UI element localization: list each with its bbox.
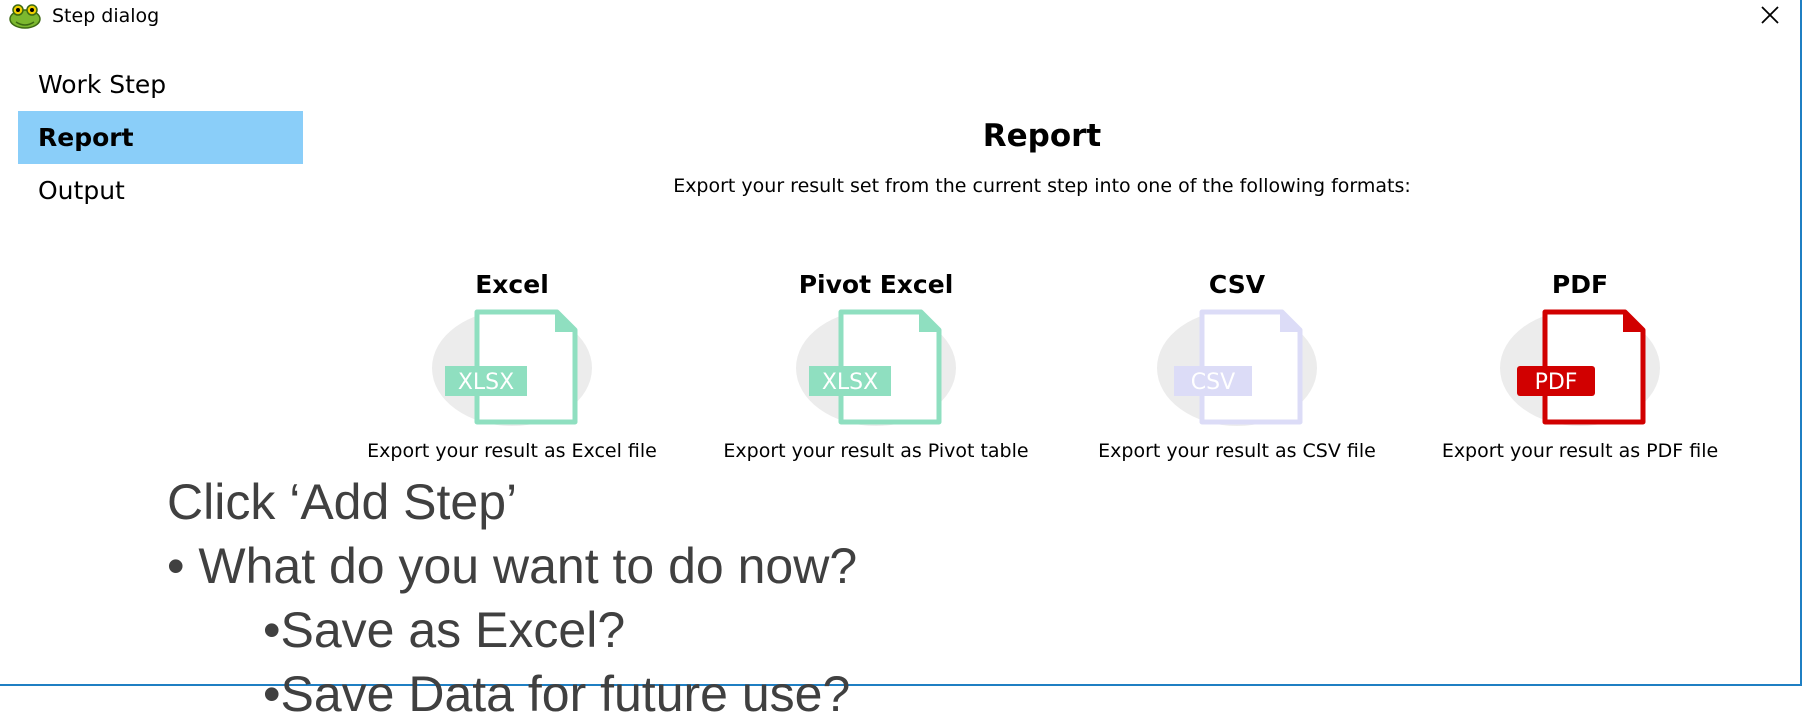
page-subtitle: Export your result set from the current … bbox=[673, 175, 1411, 197]
sidebar-item-label: Work Step bbox=[38, 70, 167, 99]
option-title: PDF bbox=[1551, 270, 1609, 299]
export-option-pdf[interactable]: PDF PDF Export your result as PDF file bbox=[1420, 270, 1740, 462]
option-title: Pivot Excel bbox=[798, 270, 954, 299]
file-badge: XLSX bbox=[458, 370, 514, 395]
option-description: Export your result as PDF file bbox=[1441, 440, 1719, 462]
instruction-line: Click ‘Add Step’ bbox=[167, 474, 518, 530]
window-title: Step dialog bbox=[52, 5, 160, 27]
instruction-line: •Save as Excel? bbox=[263, 602, 626, 658]
xlsx-file-icon: XLSX bbox=[432, 309, 592, 426]
option-title: Excel bbox=[475, 270, 549, 299]
export-option-pivot-excel[interactable]: Pivot Excel XLSX Export your result as P… bbox=[706, 270, 1046, 462]
sidebar-item-report[interactable]: Report bbox=[18, 111, 303, 164]
file-badge: PDF bbox=[1535, 370, 1578, 395]
export-option-csv[interactable]: CSV CSV Export your result as CSV file bbox=[1077, 270, 1397, 462]
sidebar-item-label: Report bbox=[38, 123, 134, 152]
sidebar: Work Step Report Output bbox=[18, 58, 303, 217]
instruction-overlay: Click ‘Add Step’ • What do you want to d… bbox=[167, 470, 857, 726]
sidebar-item-label: Output bbox=[38, 176, 125, 205]
option-description: Export your result as Excel file bbox=[367, 440, 657, 462]
option-description: Export your result as CSV file bbox=[1098, 440, 1376, 462]
close-icon bbox=[1761, 6, 1779, 24]
export-option-excel[interactable]: Excel XLSX Export your result as Excel f… bbox=[352, 270, 672, 462]
sidebar-item-output[interactable]: Output bbox=[18, 164, 303, 217]
frog-app-icon bbox=[9, 4, 41, 29]
page-title: Report bbox=[982, 118, 1102, 154]
instruction-line: • What do you want to do now? bbox=[167, 538, 858, 594]
option-description: Export your result as Pivot table bbox=[723, 440, 1029, 462]
pdf-file-icon: PDF bbox=[1500, 309, 1660, 426]
option-title: CSV bbox=[1208, 270, 1266, 299]
close-button[interactable] bbox=[1748, 0, 1792, 30]
file-badge: XLSX bbox=[822, 370, 878, 395]
step-dialog-window: Step dialog Work Step Report Output Repo… bbox=[0, 0, 1802, 722]
xlsx-file-icon: XLSX bbox=[796, 309, 956, 426]
file-badge: CSV bbox=[1191, 370, 1235, 395]
title-bar: Step dialog bbox=[0, 0, 1800, 32]
instruction-line: •Save Data for future use? bbox=[263, 666, 851, 722]
sidebar-item-work-step[interactable]: Work Step bbox=[18, 58, 303, 111]
csv-file-icon: CSV bbox=[1157, 309, 1317, 426]
